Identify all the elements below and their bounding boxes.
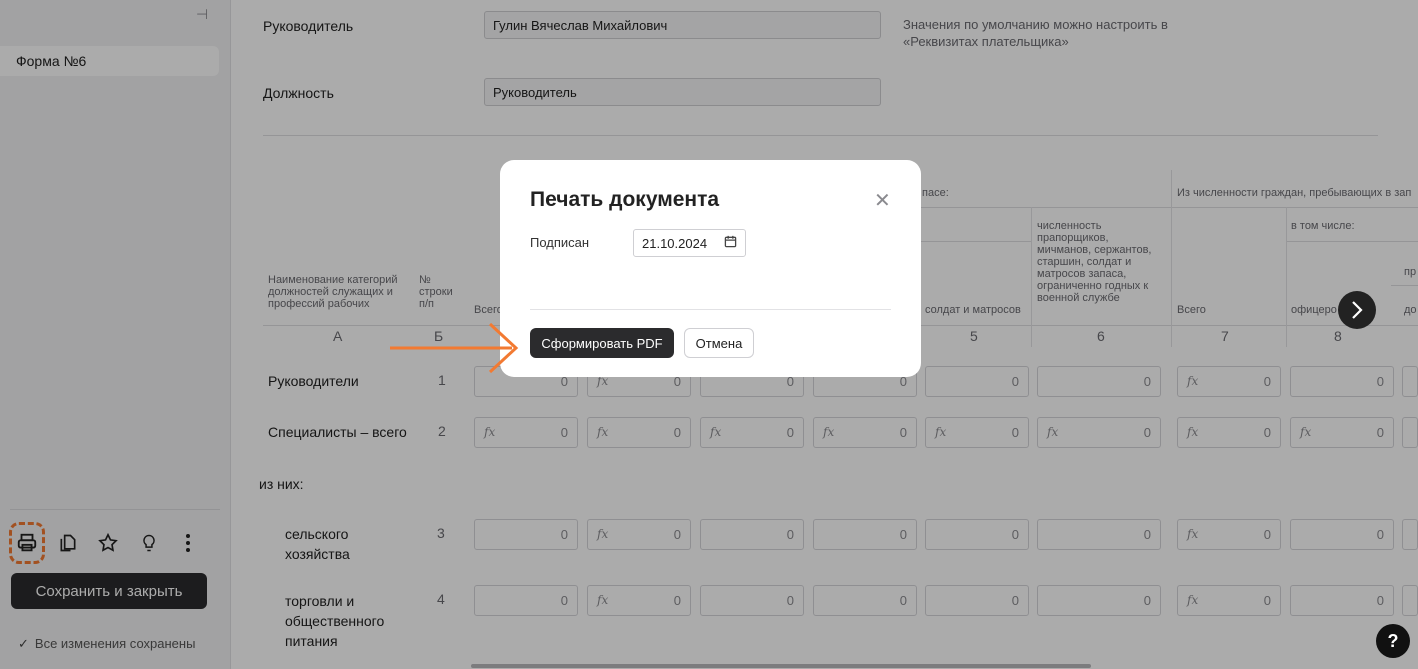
generate-pdf-button[interactable]: Сформировать PDF bbox=[530, 328, 674, 358]
dialog-divider bbox=[530, 309, 891, 310]
close-icon[interactable]: ✕ bbox=[874, 188, 891, 213]
signed-date-field[interactable]: 21.10.2024 bbox=[633, 229, 746, 257]
print-dialog: Печать документа ✕ Подписан 21.10.2024 С… bbox=[500, 160, 921, 377]
scroll-right-button[interactable] bbox=[1338, 291, 1376, 329]
chevron-right-icon bbox=[1352, 301, 1363, 319]
calendar-icon[interactable] bbox=[724, 235, 737, 251]
signed-label: Подписан bbox=[530, 235, 590, 250]
dialog-title: Печать документа bbox=[530, 188, 720, 211]
help-button[interactable]: ? bbox=[1376, 624, 1410, 658]
signed-date-value: 21.10.2024 bbox=[642, 236, 708, 251]
annotation-arrow-icon bbox=[390, 322, 519, 374]
cancel-button[interactable]: Отмена bbox=[684, 328, 754, 358]
